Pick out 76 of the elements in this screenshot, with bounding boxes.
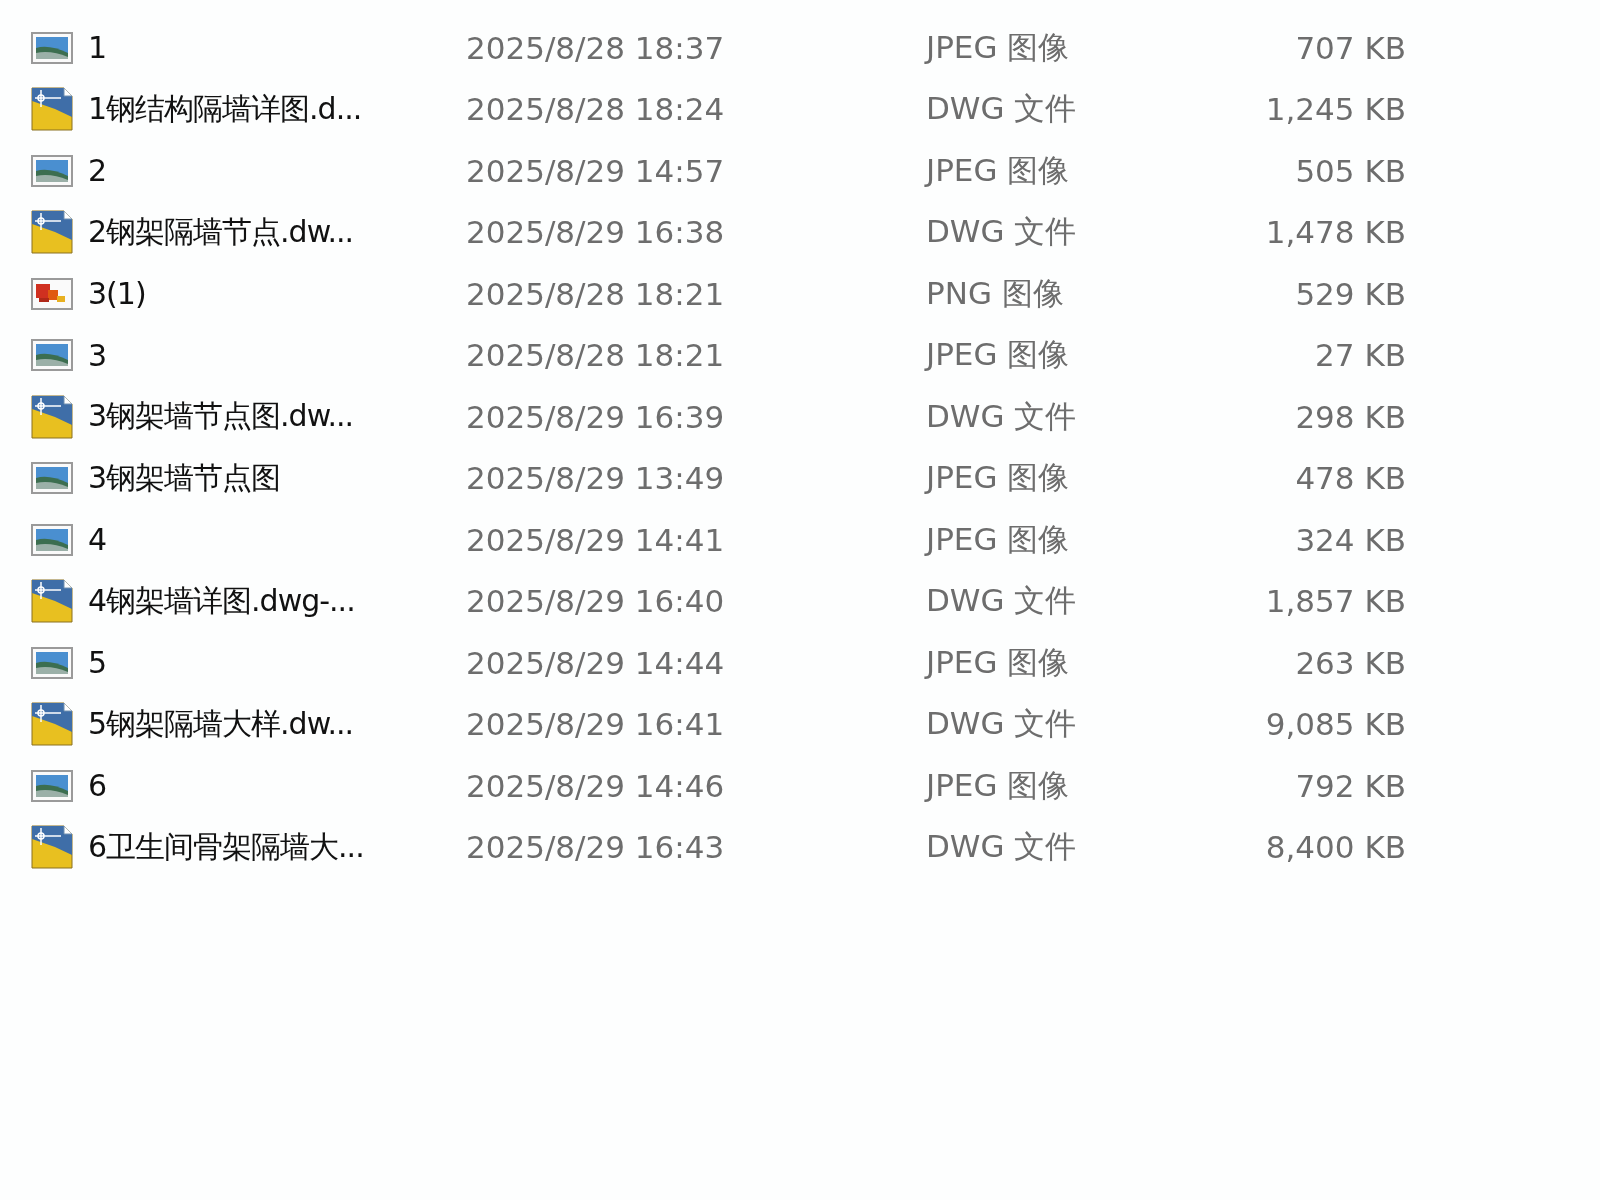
file-type: JPEG 图像 [926,458,1071,498]
file-type: JPEG 图像 [926,765,1071,805]
file-row[interactable]: 2 2025/8/29 14:57 JPEG 图像 505 KB [0,140,1600,202]
file-name: 5钢架隔墙大样.dw... [88,704,355,743]
file-type: DWG 文件 [926,581,1078,621]
file-name: 4 [88,522,108,558]
file-type: JPEG 图像 [926,642,1071,682]
drawing-file-icon [31,702,73,747]
file-row[interactable]: 4 2025/8/29 14:41 JPEG 图像 324 KB [0,509,1600,571]
file-name: 3钢架墙节点图.dw... [88,397,355,436]
modified-date: 2025/8/29 16:41 [466,706,726,743]
modified-date: 2025/8/28 18:37 [466,29,726,66]
modified-date: 2025/8/29 16:39 [466,398,726,435]
file-type: DWG 文件 [926,704,1078,744]
file-size: 27 KB [1314,337,1406,374]
file-name: 2 [88,153,108,189]
modified-date: 2025/8/29 14:57 [466,152,726,189]
file-size: 707 KB [1294,29,1406,66]
file-size: 529 KB [1294,275,1406,312]
file-name: 3 [88,337,108,373]
file-type: DWG 文件 [926,827,1078,867]
file-size: 478 KB [1294,460,1406,497]
file-row[interactable]: 4钢架墙详图.dwg-... 2025/8/29 16:40 DWG 文件 1,857 KB [0,570,1600,632]
file-name: 4钢架墙详图.dwg-... [88,581,356,620]
drawing-file-icon [31,210,73,255]
file-row[interactable]: 3 2025/8/28 18:21 JPEG 图像 27 KB [0,324,1600,386]
file-size: 9,085 KB [1264,706,1406,743]
file-size: 1,245 KB [1264,91,1406,128]
file-type: JPEG 图像 [926,519,1071,559]
file-row[interactable]: 5 2025/8/29 14:44 JPEG 图像 263 KB [0,632,1600,694]
file-name: 6卫生间骨架隔墙大... [88,827,365,866]
file-row[interactable]: 6卫生间骨架隔墙大... 2025/8/29 16:43 DWG 文件 8,400 KB [0,816,1600,878]
file-type: JPEG 图像 [926,150,1071,190]
modified-date: 2025/8/28 18:24 [466,91,726,128]
file-name: 5 [88,645,108,681]
file-name: 3(1) [88,276,147,312]
file-row[interactable]: 1钢结构隔墙详图.d... 2025/8/28 18:24 DWG 文件 1,245 KB [0,78,1600,140]
file-size: 324 KB [1294,521,1406,558]
file-row[interactable]: 6 2025/8/29 14:46 JPEG 图像 792 KB [0,755,1600,817]
modified-date: 2025/8/29 16:43 [466,829,726,866]
file-name: 2钢架隔墙节点.dw... [88,212,355,251]
file-name: 3钢架墙节点图 [88,458,282,497]
file-type: DWG 文件 [926,396,1078,436]
modified-date: 2025/8/29 16:40 [466,583,726,620]
file-type: DWG 文件 [926,89,1078,129]
file-type: DWG 文件 [926,212,1078,252]
modified-date: 2025/8/29 13:49 [466,460,726,497]
modified-date: 2025/8/28 18:21 [466,275,726,312]
modified-date: 2025/8/29 14:41 [466,521,726,558]
file-size: 263 KB [1294,644,1406,681]
file-type: PNG 图像 [926,273,1065,313]
file-type: JPEG 图像 [926,335,1071,375]
file-size: 1,478 KB [1264,214,1406,251]
file-size: 1,857 KB [1264,583,1406,620]
file-name: 6 [88,768,108,804]
file-row[interactable]: 2钢架隔墙节点.dw... 2025/8/29 16:38 DWG 文件 1,478 KB [0,201,1600,263]
modified-date: 2025/8/29 16:38 [466,214,726,251]
drawing-file-icon [31,394,73,439]
file-row[interactable]: 5钢架隔墙大样.dw... 2025/8/29 16:41 DWG 文件 9,085 KB [0,693,1600,755]
file-row[interactable]: 3钢架墙节点图 2025/8/29 13:49 JPEG 图像 478 KB [0,447,1600,509]
drawing-file-icon [31,87,73,132]
file-name: 1 [88,30,108,66]
file-size: 8,400 KB [1264,829,1406,866]
drawing-file-icon [31,579,73,624]
file-type: JPEG 图像 [926,27,1071,67]
modified-date: 2025/8/29 14:44 [466,644,726,681]
file-row[interactable]: 3钢架墙节点图.dw... 2025/8/29 16:39 DWG 文件 298 KB [0,386,1600,448]
file-row[interactable]: 3(1) 2025/8/28 18:21 PNG 图像 529 KB [0,263,1600,325]
modified-date: 2025/8/28 18:21 [466,337,726,374]
file-size: 298 KB [1294,398,1406,435]
file-size: 792 KB [1294,767,1406,804]
file-name: 1钢结构隔墙详图.d... [88,89,363,128]
modified-date: 2025/8/29 14:46 [466,767,726,804]
file-row[interactable]: 1 2025/8/28 18:37 JPEG 图像 707 KB [0,17,1600,79]
drawing-file-icon [31,825,73,870]
file-size: 505 KB [1294,152,1406,189]
